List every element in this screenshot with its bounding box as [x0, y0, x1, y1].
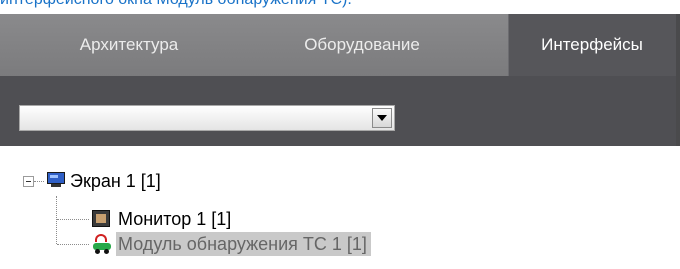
object-tree: Экран 1 [1] Монитор 1 [1] Модуль обнаруж…	[0, 146, 680, 269]
filter-dropdown[interactable]	[19, 105, 395, 131]
tree-connector	[56, 196, 57, 244]
caption-text: интерфейсного окна Модуль обнаружения ТС…	[0, 0, 680, 9]
vehicle-detection-icon	[92, 234, 112, 254]
screen-icon	[46, 172, 66, 188]
tree-connector	[34, 181, 44, 182]
tree-connector	[57, 244, 89, 245]
chevron-down-icon[interactable]	[372, 108, 392, 128]
tree-connector	[57, 219, 89, 220]
tab-interfaces[interactable]: Интерфейсы	[508, 14, 676, 76]
monitor-icon	[92, 210, 110, 227]
tree-node-label: Монитор 1 [1]	[118, 209, 232, 229]
collapse-toggle[interactable]	[23, 176, 34, 187]
tab-bar: Архитектура Оборудование Интерфейсы	[0, 14, 680, 76]
toolbar-panel	[0, 76, 680, 146]
tree-node-label: Экран 1 [1]	[70, 171, 161, 191]
tree-node-label: Модуль обнаружения ТС 1 [1]	[116, 232, 371, 256]
tab-architecture[interactable]: Архитектура	[38, 14, 220, 76]
tab-equipment[interactable]: Оборудование	[252, 14, 472, 76]
